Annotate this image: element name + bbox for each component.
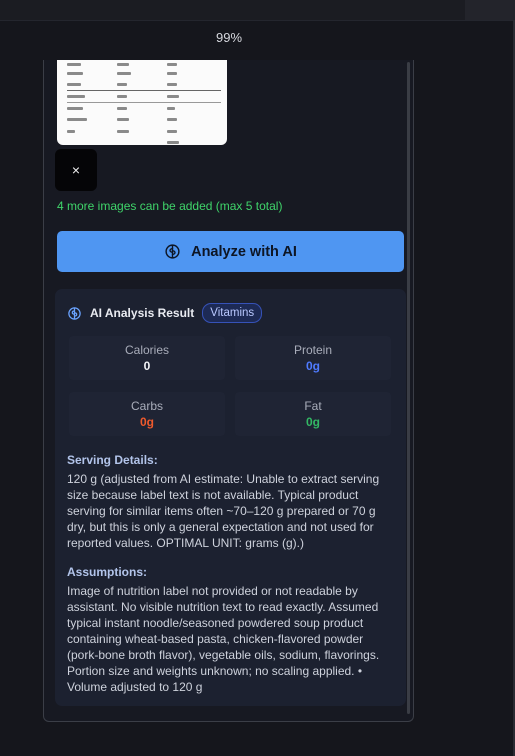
serving-details-heading: Serving Details: <box>67 453 158 467</box>
close-icon: × <box>71 162 81 178</box>
thumb-cell <box>67 72 83 75</box>
stat-value: 0g <box>305 359 320 373</box>
thumb-cell <box>67 130 75 133</box>
stat-label: Calories <box>124 343 169 357</box>
thumb-cell <box>167 83 177 86</box>
analyze-with-ai-button[interactable]: Analyze with AI <box>57 231 404 272</box>
thumb-cell <box>117 107 127 110</box>
analyze-button-label: Analyze with AI <box>191 243 297 260</box>
stat-fat: Fat 0g <box>235 392 391 436</box>
thumb-cell <box>67 118 87 121</box>
stat-carbs: Carbs 0g <box>69 392 225 436</box>
thumb-cell <box>67 95 85 98</box>
brain-icon <box>165 244 180 259</box>
brain-icon <box>68 306 81 320</box>
stat-label: Carbs <box>130 399 163 413</box>
stat-value: 0 <box>143 359 151 373</box>
thumb-cell <box>67 107 83 110</box>
thumb-cell <box>67 63 81 66</box>
thumb-cell <box>117 63 129 66</box>
result-header: AI Analysis Result Vitamins <box>67 303 263 323</box>
stat-value: 0g <box>139 415 154 429</box>
thumb-cell <box>117 72 131 75</box>
image-limit-hint: 4 more images can be added (max 5 total) <box>57 199 283 213</box>
thumb-cell <box>167 107 175 110</box>
category-badge: Vitamins <box>202 303 263 323</box>
assumptions-text: Image of nutrition label not provided or… <box>67 584 380 694</box>
thumb-cell <box>117 130 129 133</box>
thumb-rule <box>67 90 221 91</box>
browser-toolbar <box>0 0 515 21</box>
stat-calories: Calories 0 <box>69 336 225 380</box>
upload-panel: × 4 more images can be added (max 5 tota… <box>43 60 414 722</box>
assumptions-heading: Assumptions: <box>67 565 148 579</box>
thumb-cell <box>167 118 177 121</box>
thumb-rule <box>67 102 221 103</box>
zoom-level: 99% <box>215 30 243 45</box>
thumb-cell <box>167 130 177 133</box>
stat-protein: Protein 0g <box>235 336 391 380</box>
thumb-cell <box>167 63 177 66</box>
stat-label: Protein <box>293 343 333 357</box>
result-title: AI Analysis Result <box>90 306 195 320</box>
thumb-cell <box>117 118 129 121</box>
remove-image-button[interactable]: × <box>55 149 97 191</box>
stat-label: Fat <box>304 399 322 413</box>
thumb-cell <box>67 83 81 86</box>
nutrition-label-thumbnail[interactable] <box>57 60 227 145</box>
stat-value: 0g <box>305 415 320 429</box>
serving-details-text: 120 g (adjusted from AI estimate: Unable… <box>67 472 380 550</box>
ai-analysis-result-card: AI Analysis Result Vitamins Calories 0 P… <box>55 289 406 706</box>
thumb-cell <box>117 95 127 98</box>
thumb-cell <box>167 72 177 75</box>
toolbar-corner <box>465 0 515 20</box>
thumb-cell <box>167 95 179 98</box>
thumb-cell <box>167 141 179 144</box>
panel-scrollbar[interactable] <box>407 62 410 714</box>
thumb-cell <box>117 83 127 86</box>
